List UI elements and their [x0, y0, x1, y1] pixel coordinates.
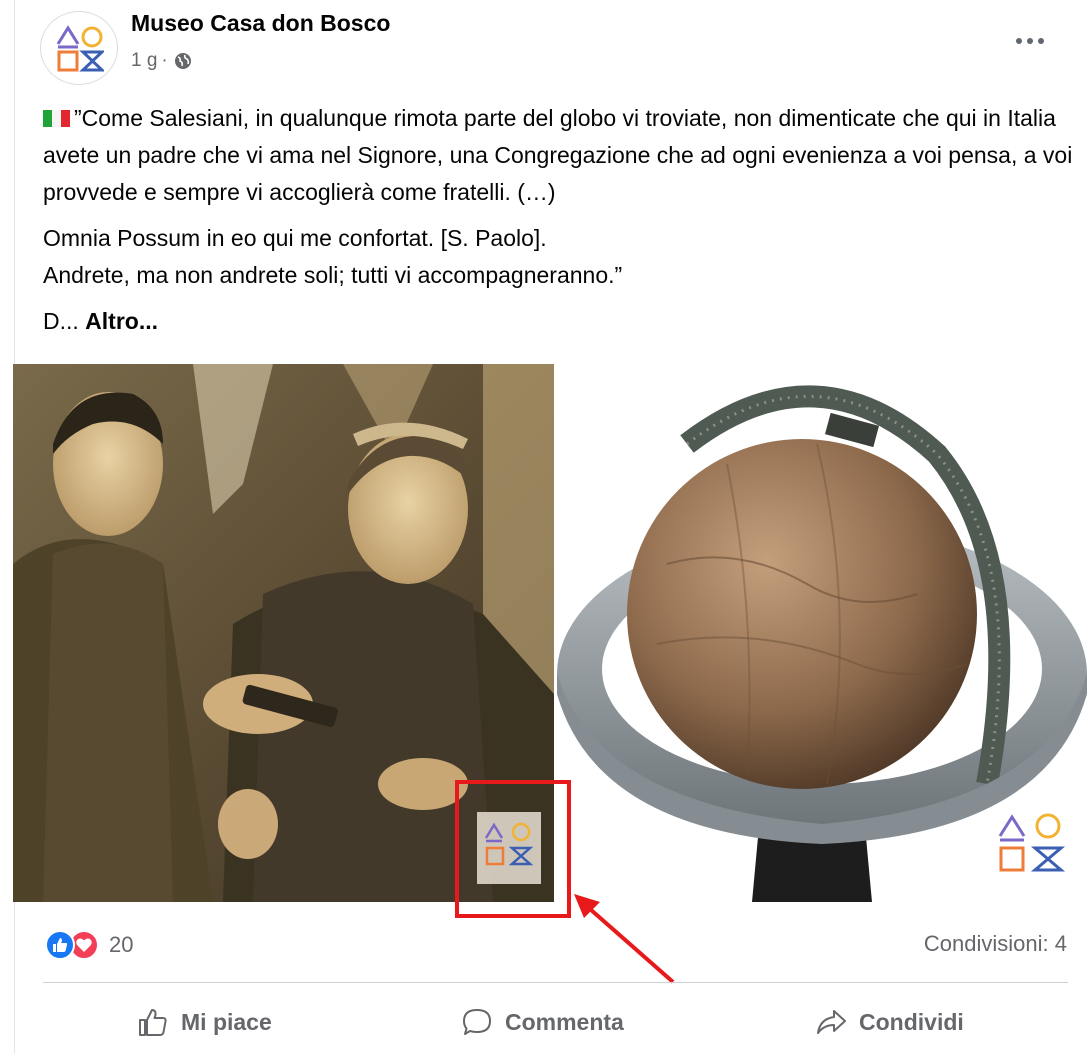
- post-meta: 1 g ·: [131, 50, 192, 72]
- shares-count[interactable]: Condivisioni: 4: [924, 931, 1067, 957]
- thumbs-up-icon: [139, 1009, 167, 1036]
- annotation-arrow-icon: [574, 894, 675, 984]
- paragraph-3: D... Altro...: [43, 303, 1083, 340]
- comment-icon: [463, 1009, 491, 1035]
- antique-globe-image: [557, 364, 1089, 902]
- like-button[interactable]: Mi piace: [137, 1002, 272, 1042]
- reactions-summary[interactable]: 20: [45, 930, 133, 960]
- paragraph-2: Omnia Possum in eo qui me confortat. [S.…: [43, 220, 1083, 294]
- annotation-highlight-box: [455, 780, 571, 918]
- divider: [43, 982, 1068, 983]
- paragraph-2-line-2: Andrete, ma non andrete soli; tutti vi a…: [43, 262, 623, 288]
- share-label: Condividi: [859, 1008, 964, 1035]
- page-name[interactable]: Museo Casa don Bosco: [131, 10, 390, 37]
- share-icon: [817, 1010, 846, 1034]
- truncated-text: D...: [43, 308, 79, 334]
- meta-separator: ·: [161, 50, 168, 71]
- reaction-count: 20: [109, 932, 134, 957]
- more-options-icon[interactable]: [1010, 26, 1050, 56]
- museum-logo-icon: [56, 25, 104, 72]
- post-time[interactable]: 1 g: [131, 50, 157, 72]
- italy-flag-icon: [43, 101, 71, 127]
- globe-icon: [174, 53, 191, 69]
- like-label: Mi piace: [181, 1008, 272, 1035]
- see-more-link[interactable]: Altro...: [85, 308, 158, 334]
- page-avatar[interactable]: [40, 11, 118, 85]
- like-reaction-icon: [45, 930, 75, 960]
- antique-globe-photo[interactable]: [557, 364, 1089, 902]
- paragraph-2-line-1: Omnia Possum in eo qui me confortat. [S.…: [43, 225, 547, 251]
- comment-button[interactable]: Commenta: [461, 1002, 624, 1042]
- comment-label: Commenta: [505, 1008, 624, 1035]
- share-button[interactable]: Condividi: [815, 1002, 964, 1042]
- paragraph-1: ”Come Salesiani, in qualunque rimota par…: [43, 100, 1083, 211]
- post-text: ”Come Salesiani, in qualunque rimota par…: [43, 100, 1083, 349]
- paragraph-1-text: ”Come Salesiani, in qualunque rimota par…: [43, 105, 1073, 205]
